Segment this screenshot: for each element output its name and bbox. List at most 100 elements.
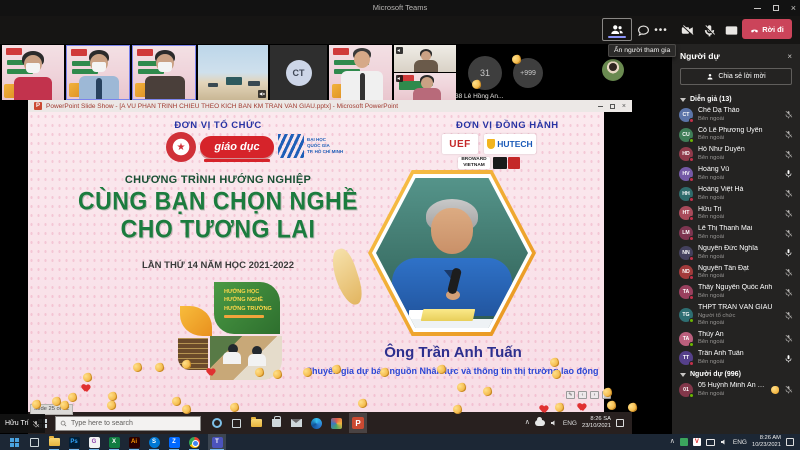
ppt-minimize-button[interactable]: [597, 105, 603, 107]
chrome-app[interactable]: [188, 436, 200, 450]
reaction-clap-emoji: [771, 385, 779, 394]
presence-dot: [689, 137, 694, 143]
next-slide-button[interactable]: ›: [590, 391, 599, 399]
tray-green-icon[interactable]: [679, 438, 688, 446]
window-maximize-button[interactable]: [772, 5, 779, 11]
sidebar-close-icon[interactable]: ×: [787, 52, 792, 61]
participant-subtitle: Bên ngoài: [698, 174, 725, 181]
video-tile-4[interactable]: [198, 45, 268, 100]
presenter-language[interactable]: ENG: [563, 420, 577, 427]
cortana-icon[interactable]: [210, 417, 223, 430]
participant-row[interactable]: HH Hoàng Việt Hà Bên ngoài: [672, 184, 800, 204]
photoshop-app[interactable]: Ps: [68, 436, 80, 450]
participant-row[interactable]: TA Thầy Nguyễn Quốc Anh Bên ngoài: [672, 282, 800, 302]
tray-expand-icon[interactable]: ∧: [670, 437, 675, 445]
powerpoint-taskbar-active-icon[interactable]: P: [349, 413, 367, 433]
pen-tool-button[interactable]: ✎: [566, 391, 575, 399]
overflow-count-bubble[interactable]: +999: [513, 58, 543, 88]
app-g[interactable]: G: [88, 436, 100, 450]
video-tile-1[interactable]: [2, 45, 64, 100]
teams-app-active[interactable]: T: [208, 434, 226, 450]
camera-toggle-button[interactable]: [678, 21, 696, 39]
participant-subtitle: Bên ngoài: [698, 293, 725, 300]
participant-section-header[interactable]: Diễn giả (13): [672, 93, 800, 105]
participant-subtitle: Người tổ chức Bên ngoài: [698, 312, 736, 326]
start-button[interactable]: [8, 436, 20, 448]
participant-row[interactable]: CT Chế Dạ Thảo Bên ngoài: [672, 105, 800, 125]
organizer-label: ĐƠN VỊ TỔ CHỨC: [174, 120, 262, 131]
chat-button[interactable]: [634, 21, 652, 39]
ppt-maximize-button[interactable]: [609, 103, 615, 109]
presenter-search-input[interactable]: Type here to search: [55, 415, 201, 431]
participant-section-header[interactable]: Người dự (996): [672, 368, 800, 380]
video-tile-5[interactable]: [329, 45, 392, 100]
prev-slide-button[interactable]: ‹: [578, 391, 587, 399]
local-clock[interactable]: 8:26 AM 10/23/2021: [752, 435, 781, 448]
participant-subtitle: Bên ngoài: [698, 233, 725, 240]
window-minimize-button[interactable]: [753, 7, 761, 9]
local-language[interactable]: ENG: [733, 439, 747, 446]
participant-avatar: CT: [679, 107, 694, 123]
slideshow-menu-button[interactable]: ≡: [602, 391, 611, 399]
volume-icon[interactable]: [550, 419, 558, 427]
participant-row[interactable]: NN Nguyễn Đức Nghĩa Bên ngoài: [672, 243, 800, 263]
tray-expand-icon[interactable]: ∧: [525, 418, 530, 426]
file-explorer-app[interactable]: [48, 436, 60, 450]
participant-avatar-photo[interactable]: [602, 59, 624, 81]
shared-screen: P PowerPoint Slide Show - [A VU PHAN TRI…: [28, 100, 632, 434]
mic-muted-icon: [784, 130, 793, 139]
share-screen-icon: [725, 25, 737, 35]
share-invite-button[interactable]: Chia sẻ lời mời: [680, 68, 792, 85]
participant-row[interactable]: ND Nguyễn Tấn Đạt Bên ngoài: [672, 263, 800, 283]
participant-row[interactable]: HT Hữu Trí Bên ngoài: [672, 204, 800, 224]
participant-row[interactable]: 01 05 Huỳnh Minh Ân 11A12 Bên ngoài: [672, 380, 800, 400]
share-screen-button[interactable]: [722, 21, 740, 39]
tray-v-icon[interactable]: V: [692, 438, 701, 446]
leave-meeting-button[interactable]: Rời đi: [742, 19, 792, 39]
participant-row[interactable]: LM Lê Thị Thanh Mai Bên ngoài: [672, 223, 800, 243]
store-icon[interactable]: [270, 416, 283, 430]
participant-avatar: LM: [679, 226, 694, 242]
window-close-button[interactable]: ×: [791, 3, 796, 13]
participant-row[interactable]: HV Hoàng Vũ Bên ngoài: [672, 164, 800, 184]
ppt-close-button[interactable]: ×: [622, 103, 626, 110]
participant-row[interactable]: HD Hồ Như Duyên Bên ngoài: [672, 144, 800, 164]
participant-row[interactable]: TG THPT TRẦN VĂN GIÀU Người tổ chức Bên n…: [672, 302, 800, 329]
leaf-logo-green: HƯỚNG HỌC HƯỚNG NGHỀ HƯỚNG TRƯỜNG: [214, 282, 280, 334]
mic-on-icon: [785, 354, 792, 363]
video-tile-3[interactable]: [132, 45, 196, 100]
onedrive-icon[interactable]: [534, 417, 545, 426]
action-center-icon[interactable]: [616, 419, 624, 427]
participant-count-bubble[interactable]: 31: [468, 56, 502, 90]
notification-icon[interactable]: [786, 438, 794, 446]
video-tile-6[interactable]: [394, 45, 456, 72]
video-tile-2[interactable]: [66, 45, 130, 100]
task-view-button[interactable]: [28, 436, 40, 448]
program-label: CHƯƠNG TRÌNH HƯỚNG NGHIỆP: [124, 174, 312, 186]
presence-dot: [689, 117, 694, 123]
video-tile-ct[interactable]: CT: [270, 45, 327, 100]
photos-icon[interactable]: [330, 417, 343, 430]
task-view-icon[interactable]: [230, 417, 243, 430]
participant-row[interactable]: CU Cô Lê Phương Uyên Bên ngoài: [672, 125, 800, 145]
more-options-icon: •••: [654, 24, 668, 36]
participant-row[interactable]: TT Trần Anh Tuấn Bên ngoài: [672, 348, 800, 368]
more-options-button[interactable]: •••: [652, 21, 670, 39]
file-explorer-icon[interactable]: [250, 417, 263, 430]
video-tile-7[interactable]: [394, 73, 456, 100]
network-icon[interactable]: [705, 438, 715, 446]
show-participants-button[interactable]: [602, 18, 632, 41]
excel-app[interactable]: X: [108, 436, 120, 450]
illustrator-app[interactable]: Ai: [128, 436, 140, 450]
volume-icon[interactable]: [720, 438, 728, 446]
tile-muted-icon: [396, 47, 403, 54]
mail-icon[interactable]: [290, 417, 303, 430]
zalo-app[interactable]: Z: [168, 436, 180, 450]
skype-app[interactable]: S: [148, 436, 160, 450]
presenter-clock[interactable]: 8:26 SA 23/10/2021: [582, 416, 611, 429]
mic-toggle-button[interactable]: [700, 21, 718, 39]
participant-row[interactable]: TA Thùy An Bên ngoài: [672, 329, 800, 349]
participant-avatar: HD: [679, 147, 694, 163]
edge-icon[interactable]: [310, 417, 323, 430]
local-taskbar: Ps G X Ai S Z T ∧ V ENG 8:26 AM 10/23/202…: [0, 434, 800, 450]
